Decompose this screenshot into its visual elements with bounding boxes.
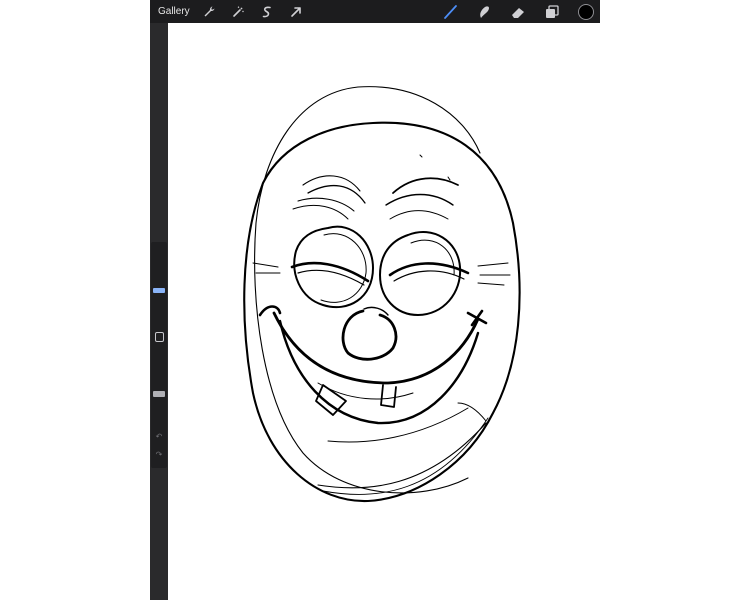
undo-icon[interactable]: ↶ [154,432,164,442]
drawing-canvas[interactable] [168,23,600,600]
brush-size-slider[interactable] [153,250,165,330]
smudge-icon[interactable] [475,3,493,21]
brush-icon[interactable] [441,3,459,21]
face-sketch [243,86,521,503]
color-swatch[interactable] [578,3,594,20]
gallery-button[interactable]: Gallery [158,6,190,17]
procreate-app: Gallery ↶ ↷ [150,0,600,600]
modify-button[interactable] [155,332,164,342]
opacity-thumb[interactable] [153,391,165,397]
redo-icon[interactable]: ↷ [154,450,164,460]
wrench-icon[interactable] [200,3,218,21]
top-toolbar: Gallery [150,0,600,23]
right-tool-group [425,0,594,23]
selection-icon[interactable] [258,3,276,21]
sidebar-controls: ↶ ↷ [151,242,167,468]
transform-arrow-icon[interactable] [287,3,305,21]
opacity-slider[interactable] [153,354,165,434]
magic-wand-icon[interactable] [229,3,247,21]
layers-icon[interactable] [543,3,561,21]
eraser-icon[interactable] [509,3,527,21]
brush-size-thumb[interactable] [153,288,165,293]
sidebar: ↶ ↷ [150,23,168,600]
